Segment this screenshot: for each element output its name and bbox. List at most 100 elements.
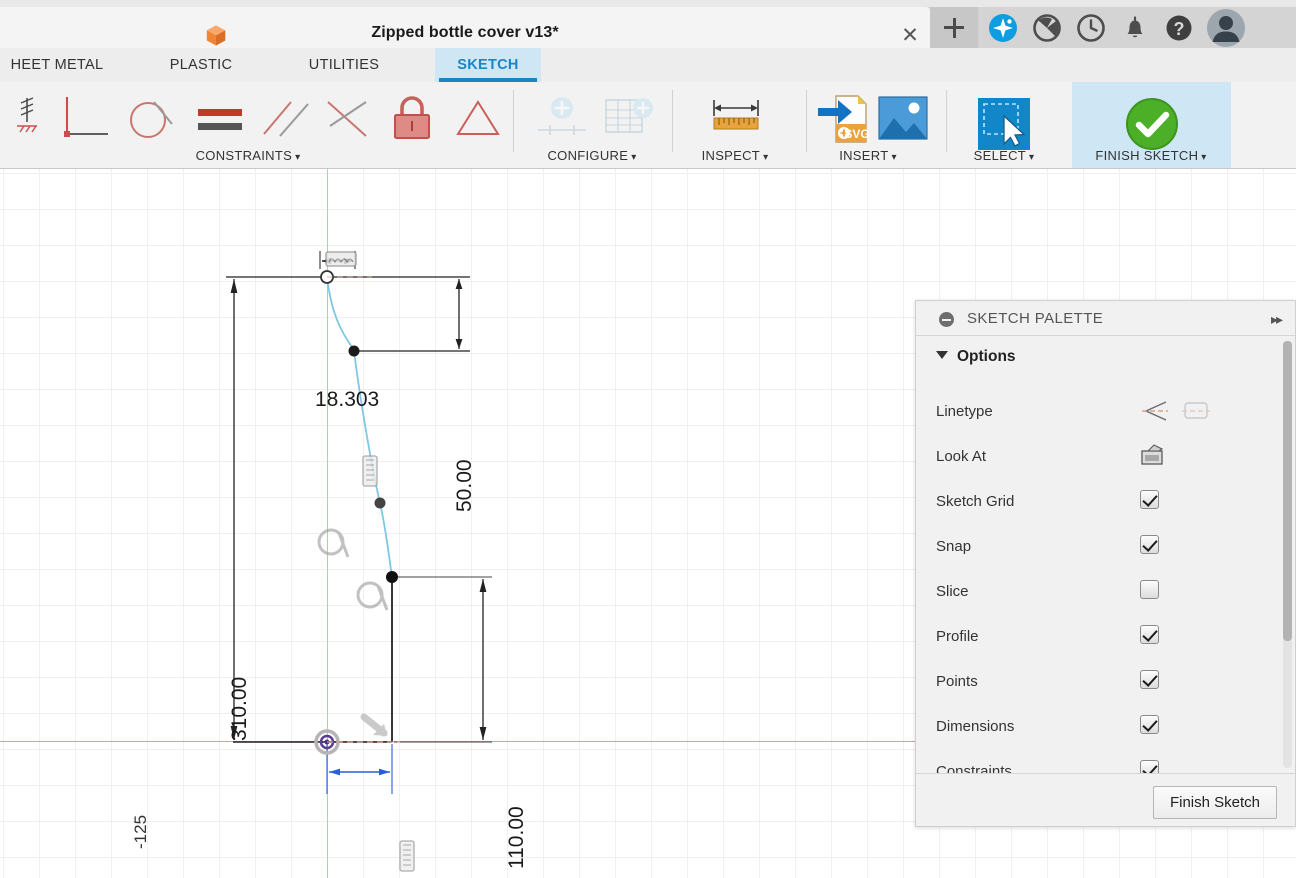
title-bar: Zipped bottle cover v13* ✕ ?	[0, 0, 1296, 48]
svg-text:SVG: SVG	[844, 127, 869, 141]
option-row-snap: Snap	[916, 527, 1256, 572]
panel-label-insert-text: INSERT	[839, 148, 889, 163]
option-label-sketch-grid: Sketch Grid	[936, 493, 1015, 510]
parallel-constraint-icon[interactable]	[258, 90, 314, 148]
sketch-point-3	[386, 571, 398, 583]
tangent-constraint-glyph-1	[317, 528, 350, 558]
checkbox-slice[interactable]	[1140, 580, 1159, 599]
option-row-look-at: Look At	[916, 437, 1256, 482]
vertical-constraint-glyph-1	[362, 455, 378, 487]
dimension-label-110-00[interactable]: 110.00	[505, 806, 529, 869]
midpoint-constraint-icon[interactable]	[322, 90, 378, 148]
dimension-label-18-303[interactable]: 18.303	[315, 388, 379, 412]
panel-label-inspect-text: INSPECT	[701, 148, 761, 163]
checkbox-snap[interactable]	[1140, 535, 1159, 554]
checkbox-sketch-grid[interactable]	[1140, 490, 1159, 509]
fix-constraint-glyph	[325, 251, 357, 267]
measure-icon[interactable]	[706, 96, 766, 144]
equal-constraint-icon[interactable]	[192, 90, 248, 148]
construction-line-icon[interactable]	[1140, 398, 1170, 424]
option-row-profile: Profile	[916, 617, 1256, 662]
sketch-point-1	[348, 345, 360, 357]
extensions-icon[interactable]	[1030, 11, 1064, 45]
symmetry-constraint-icon[interactable]	[450, 90, 506, 148]
expand-panel-icon[interactable]: ▸▸	[1271, 311, 1283, 328]
panel-label-finish-sketch[interactable]: FINISH SKETCH ▾	[1076, 148, 1226, 163]
lock-constraint-icon[interactable]	[386, 90, 438, 148]
look-at-icon[interactable]	[1140, 442, 1166, 468]
option-label-points: Points	[936, 673, 978, 690]
chevron-down-icon: ▾	[763, 152, 769, 163]
tab-plastic[interactable]: PLASTIC	[155, 48, 247, 82]
document-title: Zipped bottle cover v13*	[371, 24, 559, 41]
checkbox-dimensions[interactable]	[1140, 715, 1159, 734]
option-row-points: Points	[916, 662, 1256, 707]
tab-utilities[interactable]: UTILITIES	[292, 48, 396, 82]
options-section-header[interactable]: Options	[936, 348, 1016, 366]
option-row-linetype: Linetype	[916, 392, 1256, 437]
option-label-dimensions: Dimensions	[936, 718, 1015, 735]
sketch-palette[interactable]: SKETCH PALETTE ▸▸ Options Linetype Look …	[915, 300, 1296, 827]
panel-label-configure-text: CONFIGURE	[547, 148, 629, 163]
ribbon-divider	[513, 90, 514, 152]
panel-label-finish-sketch-text: FINISH SKETCH	[1095, 148, 1199, 163]
recent-activity-icon[interactable]	[1074, 11, 1108, 45]
sketch-point-2	[374, 497, 386, 509]
tab-sketch[interactable]: SKETCH	[435, 48, 541, 82]
avatar[interactable]	[1206, 8, 1246, 48]
panel-label-inspect[interactable]: INSPECT ▾	[682, 148, 788, 163]
ribbon-panel: SVG CONSTRAINTS ▾ CONFIGURE ▾ INSPECT ▾ …	[0, 82, 1296, 169]
option-row-slice: Slice	[916, 572, 1256, 617]
fix-ground-constraint-icon[interactable]	[8, 90, 46, 148]
sketch-palette-header: SKETCH PALETTE ▸▸	[916, 301, 1295, 336]
sketch-palette-body: Options Linetype Look At Sketch Grid Sna…	[916, 336, 1295, 773]
panel-label-select[interactable]: SELECT ▾	[954, 148, 1054, 163]
option-label-linetype: Linetype	[936, 403, 993, 420]
minus-circle-icon[interactable]	[939, 312, 954, 327]
help-icon[interactable]: ?	[1162, 11, 1196, 45]
tangent-constraint-icon[interactable]	[124, 90, 182, 148]
insert-svg-icon[interactable]: SVG	[814, 92, 870, 148]
configure-parameters-icon[interactable]	[532, 94, 592, 146]
fusion360-window: Zipped bottle cover v13* ✕ ? HEET METAL …	[0, 0, 1296, 878]
panel-label-select-text: SELECT	[973, 148, 1027, 163]
ribbon-divider-4	[946, 90, 947, 152]
palette-scrollbar[interactable]	[1283, 341, 1292, 768]
title-bar-strip	[0, 0, 1296, 7]
checkbox-points[interactable]	[1140, 670, 1159, 689]
ribbon-tab-bar: HEET METAL PLASTIC UTILITIES SKETCH	[0, 48, 1296, 82]
chevron-down-icon: ▾	[295, 152, 301, 163]
new-tab-icon[interactable]	[930, 7, 978, 48]
finish-sketch-button[interactable]: Finish Sketch	[1152, 786, 1277, 819]
option-row-dimensions: Dimensions	[916, 707, 1256, 752]
dimension-label-50-00[interactable]: 50.00	[453, 459, 477, 512]
ai-assistant-icon[interactable]	[986, 11, 1020, 45]
tangent-constraint-glyph-2	[356, 581, 389, 611]
vertical-constraint-glyph-2	[399, 840, 415, 872]
option-row-sketch-grid: Sketch Grid	[916, 482, 1256, 527]
perpendicular-constraint-icon[interactable]	[56, 90, 114, 148]
ribbon-divider-2	[672, 90, 673, 152]
options-section-label: Options	[957, 348, 1016, 365]
tab-sheet-metal[interactable]: HEET METAL	[0, 48, 122, 82]
checkbox-profile[interactable]	[1140, 625, 1159, 644]
close-icon[interactable]: ✕	[898, 24, 922, 48]
select-anchor	[974, 167, 975, 168]
option-row-constraints: Constraints	[916, 752, 1256, 773]
panel-label-configure[interactable]: CONFIGURE ▾	[532, 148, 652, 163]
palette-scrollbar-thumb[interactable]	[1283, 341, 1292, 641]
centerline-icon[interactable]	[1181, 398, 1211, 424]
horizontal-constraint-glyph	[360, 713, 388, 737]
dimension-label-310-00[interactable]: 310.00	[228, 677, 252, 741]
triangle-down-icon	[936, 351, 948, 359]
panel-label-constraints[interactable]: CONSTRAINTS ▾	[183, 148, 313, 163]
document-tab[interactable]: Zipped bottle cover v13* ✕	[0, 7, 930, 48]
notifications-bell-icon[interactable]	[1118, 11, 1152, 45]
configure-table-icon[interactable]	[598, 94, 660, 146]
insert-image-icon[interactable]	[876, 94, 930, 146]
sketch-palette-footer: Finish Sketch	[916, 773, 1295, 826]
panel-label-insert[interactable]: INSERT ▾	[820, 148, 916, 163]
svg-text:?: ?	[1174, 19, 1185, 39]
checkbox-constraints[interactable]	[1140, 760, 1159, 773]
finish-sketch-check-icon[interactable]	[1124, 96, 1180, 152]
